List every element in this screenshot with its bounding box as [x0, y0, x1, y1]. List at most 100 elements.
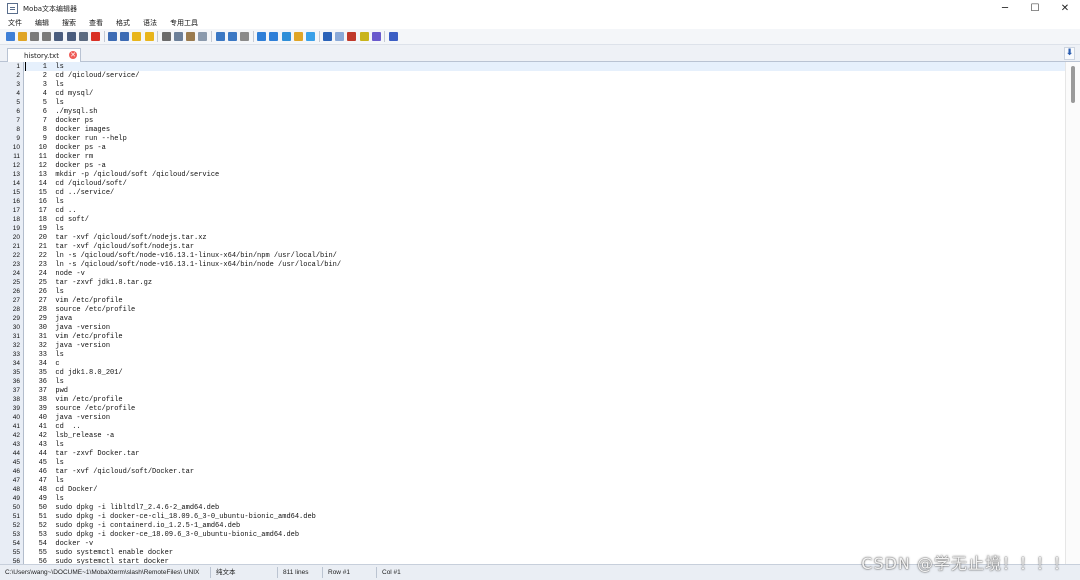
- vertical-scrollbar[interactable]: [1065, 62, 1080, 564]
- editor-line[interactable]: 12 12 docker ps -a: [13, 161, 1065, 170]
- print-icon[interactable]: [78, 32, 88, 41]
- editor-line[interactable]: 54 54 docker -v: [13, 539, 1065, 548]
- bookmark-next-icon[interactable]: [144, 32, 154, 41]
- editor-line[interactable]: 21 21 tar -xvf /qicloud/soft/nodejs.tar: [13, 242, 1065, 251]
- paste-icon[interactable]: [186, 32, 196, 41]
- close-button[interactable]: ✕: [1050, 0, 1080, 17]
- exit-icon[interactable]: [389, 32, 399, 41]
- paragraph-icon[interactable]: [347, 32, 357, 41]
- editor-line[interactable]: 33 33 ls: [13, 350, 1065, 359]
- editor-line[interactable]: 17 17 cd ..: [13, 206, 1065, 215]
- sync-icon[interactable]: [269, 32, 279, 41]
- compare-icon[interactable]: [257, 32, 267, 41]
- editor-line[interactable]: 55 55 sudo systemctl enable docker: [13, 548, 1065, 557]
- editor-line[interactable]: 7 7 docker ps: [16, 116, 1065, 125]
- windows-icon[interactable]: [281, 32, 291, 41]
- menu-view[interactable]: 查看: [84, 17, 108, 29]
- mac-icon[interactable]: [305, 32, 315, 41]
- editor-line[interactable]: 40 40 java -version: [13, 413, 1065, 422]
- editor-line[interactable]: 14 14 cd /qicloud/soft/: [13, 179, 1065, 188]
- linux-icon[interactable]: [293, 32, 303, 41]
- editor-line[interactable]: 22 22 ln -s /qicloud/soft/node-v16.13.1-…: [13, 251, 1065, 260]
- editor-line[interactable]: 25 25 tar -zxvf jdk1.8.tar.gz: [13, 278, 1065, 287]
- editor-line[interactable]: 47 47 ls: [13, 476, 1065, 485]
- outdent-icon[interactable]: [120, 32, 130, 41]
- delete-icon[interactable]: [198, 32, 208, 41]
- editor-line[interactable]: 45 45 ls: [13, 458, 1065, 467]
- editor-line[interactable]: 27 27 vim /etc/profile: [13, 296, 1065, 305]
- reload-icon[interactable]: [29, 32, 39, 41]
- minimize-button[interactable]: ─: [990, 0, 1020, 17]
- text-area[interactable]: 1 1 ls 2 2 cd /qicloud/service/3 3 ls 4 4 …: [13, 62, 1065, 564]
- editor-line[interactable]: 13 13 mkdir -p /qicloud/soft /qicloud/se…: [13, 170, 1065, 179]
- editor-line[interactable]: 19 19 ls: [13, 224, 1065, 233]
- search-icon[interactable]: [215, 32, 225, 41]
- editor-line[interactable]: 36 36 ls: [13, 377, 1065, 386]
- menu-search[interactable]: 搜索: [57, 17, 81, 29]
- editor-line[interactable]: 37 37 pwd: [13, 386, 1065, 395]
- editor[interactable]: 1 1 ls 2 2 cd /qicloud/service/3 3 ls 4 4 …: [0, 62, 1080, 564]
- save-icon[interactable]: [54, 32, 64, 41]
- editor-line[interactable]: 11 11 docker rm: [13, 152, 1065, 161]
- editor-line[interactable]: 51 51 sudo dpkg -i docker-ce-cli_18.09.6…: [13, 512, 1065, 521]
- copy-icon[interactable]: [174, 32, 184, 41]
- editor-line[interactable]: 34 34 c: [13, 359, 1065, 368]
- editor-line[interactable]: 43 43 ls: [13, 440, 1065, 449]
- editor-line[interactable]: 32 32 java -version: [13, 341, 1065, 350]
- editor-line[interactable]: 3 3 ls: [16, 80, 1065, 89]
- editor-line[interactable]: 50 50 sudo dpkg -i libltdl7_2.4.6-2_amd6…: [13, 503, 1065, 512]
- menu-edit[interactable]: 编辑: [30, 17, 54, 29]
- editor-line[interactable]: 52 52 sudo dpkg -i containerd.io_1.2.5-1…: [13, 521, 1065, 530]
- menu-syntax[interactable]: 语法: [138, 17, 162, 29]
- editor-line[interactable]: 4 4 cd mysql/: [16, 89, 1065, 98]
- editor-line[interactable]: 29 29 java: [13, 314, 1065, 323]
- editor-line[interactable]: 20 20 tar -xvf /qicloud/soft/nodejs.tar.…: [13, 233, 1065, 242]
- editor-line[interactable]: 35 35 cd jdk1.8.0_201/: [13, 368, 1065, 377]
- tab-close-icon[interactable]: ✕: [69, 51, 77, 59]
- editor-line[interactable]: 39 39 source /etc/profile: [13, 404, 1065, 413]
- close-doc-icon[interactable]: [90, 32, 100, 41]
- open-folder-icon[interactable]: [17, 32, 27, 41]
- menu-format[interactable]: 格式: [111, 17, 135, 29]
- editor-line[interactable]: 46 46 tar -xvf /qicloud/soft/Docker.tar: [13, 467, 1065, 476]
- editor-line[interactable]: 23 23 ln -s /qicloud/soft/node-v16.13.1-…: [13, 260, 1065, 269]
- bookmark-icon[interactable]: [132, 32, 142, 41]
- new-file-icon[interactable]: [5, 32, 15, 41]
- cut-icon[interactable]: [161, 32, 171, 41]
- editor-line[interactable]: 26 26 ls: [13, 287, 1065, 296]
- editor-line[interactable]: 49 49 ls: [13, 494, 1065, 503]
- maximize-button[interactable]: ☐: [1020, 0, 1050, 17]
- tab-history-txt[interactable]: history.txt ✕: [7, 48, 81, 62]
- replace-icon[interactable]: [227, 32, 237, 41]
- macro-icon[interactable]: [371, 32, 381, 41]
- editor-line[interactable]: 24 24 node -v: [13, 269, 1065, 278]
- editor-line[interactable]: 5 5 ls: [16, 98, 1065, 107]
- editor-line[interactable]: 8 8 docker images: [16, 125, 1065, 134]
- menu-special-tools[interactable]: 专用工具: [165, 17, 203, 29]
- editor-line[interactable]: 2 2 cd /qicloud/service/: [16, 71, 1065, 80]
- save-all-icon[interactable]: [66, 32, 76, 41]
- editor-line[interactable]: 9 9 docker run --help: [16, 134, 1065, 143]
- editor-line[interactable]: 16 16 ls: [13, 197, 1065, 206]
- editor-line[interactable]: 53 53 sudo dpkg -i docker-ce_18.09.6_3-0…: [13, 530, 1065, 539]
- editor-line[interactable]: 18 18 cd soft/: [13, 215, 1065, 224]
- editor-line[interactable]: 1 1 ls: [16, 62, 1065, 71]
- undo-icon[interactable]: [323, 32, 333, 41]
- editor-line[interactable]: 30 30 java -version: [13, 323, 1065, 332]
- menu-file[interactable]: 文件: [3, 17, 27, 29]
- indent-icon[interactable]: [108, 32, 118, 41]
- goto-line-icon[interactable]: [239, 32, 249, 41]
- editor-line[interactable]: 42 42 lsb_release -a: [13, 431, 1065, 440]
- redo-icon[interactable]: [335, 32, 345, 41]
- editor-line[interactable]: 28 28 source /etc/profile: [13, 305, 1065, 314]
- editor-line[interactable]: 48 48 cd Docker/: [13, 485, 1065, 494]
- editor-line[interactable]: 38 38 vim /etc/profile: [13, 395, 1065, 404]
- highlight-icon[interactable]: [359, 32, 369, 41]
- editor-line[interactable]: 56 56 sudo systemctl start docker: [13, 557, 1065, 564]
- editor-line[interactable]: 31 31 vim /etc/profile: [13, 332, 1065, 341]
- editor-line[interactable]: 41 41 cd ..: [13, 422, 1065, 431]
- editor-line[interactable]: 6 6 ./mysql.sh: [16, 107, 1065, 116]
- editor-line[interactable]: 44 44 tar -zxvf Docker.tar: [13, 449, 1065, 458]
- editor-line[interactable]: 15 15 cd ../service/: [13, 188, 1065, 197]
- editor-line[interactable]: 10 10 docker ps -a: [13, 143, 1065, 152]
